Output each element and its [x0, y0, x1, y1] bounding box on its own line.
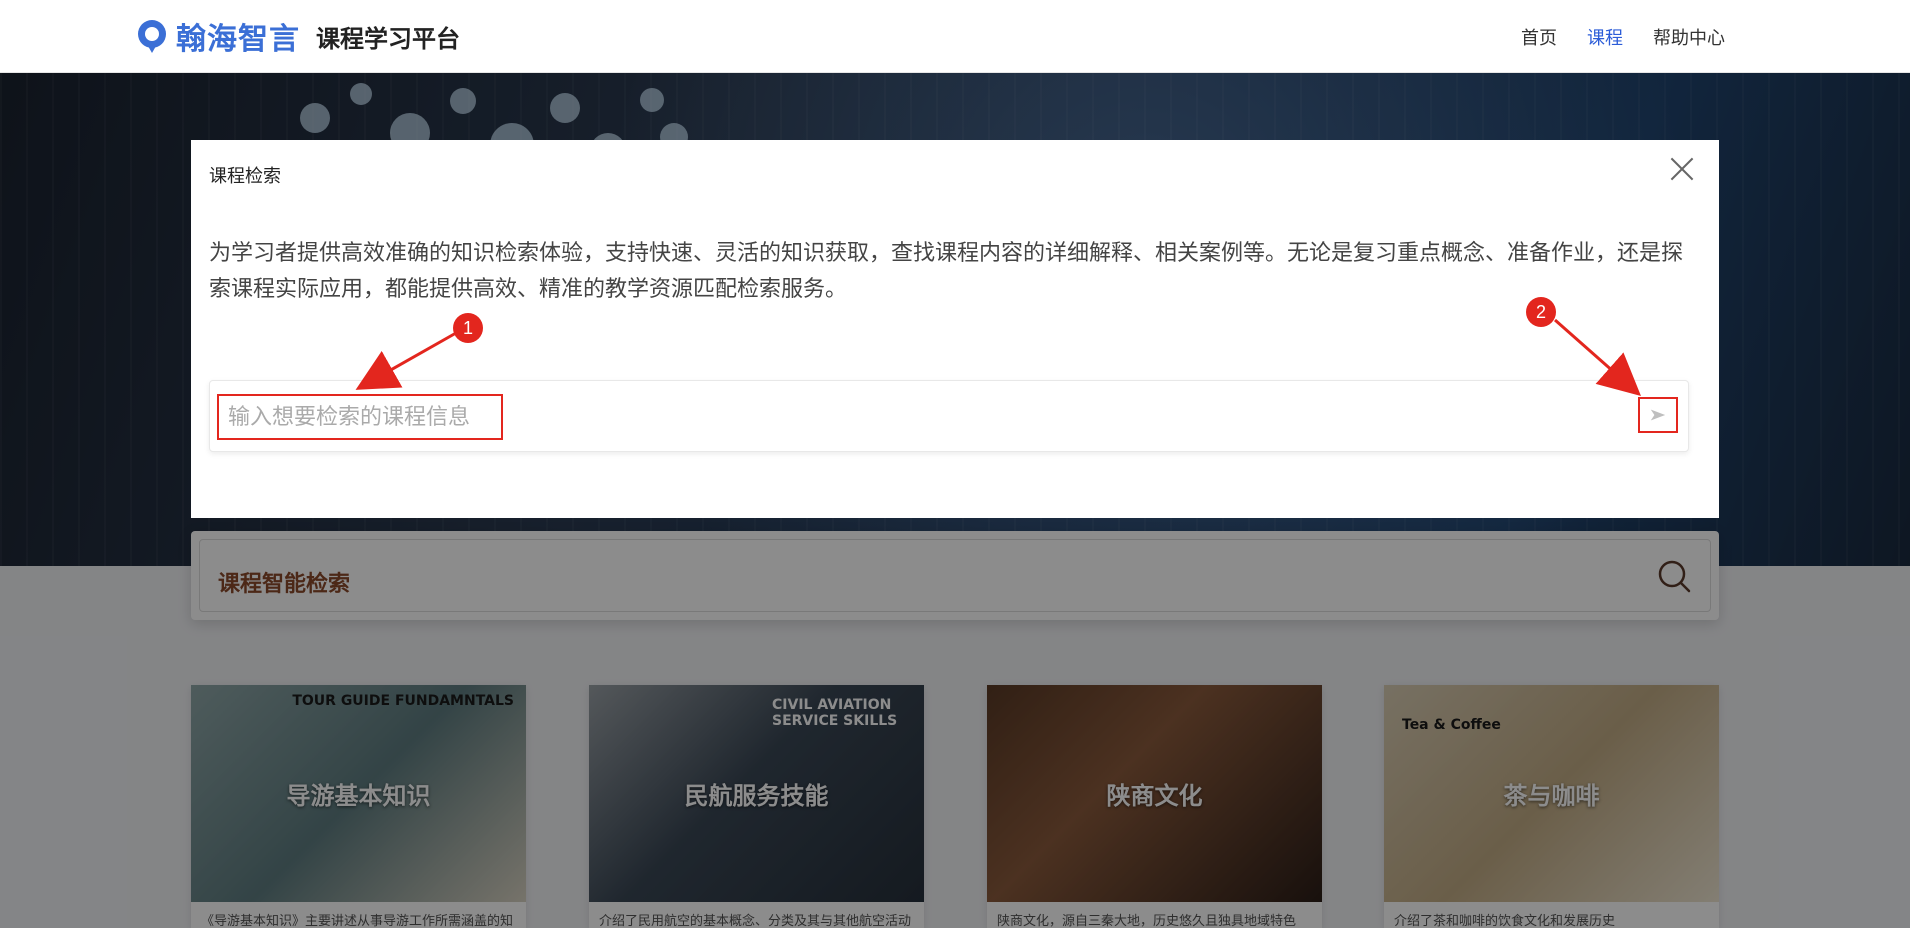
brand-logo-icon	[134, 18, 170, 54]
annotation-box-search-input	[217, 394, 503, 440]
brand[interactable]: 翰海智言 课程学习平台	[134, 16, 460, 57]
close-icon[interactable]	[1667, 154, 1697, 184]
nav-courses[interactable]: 课程	[1587, 24, 1623, 50]
top-navbar: 翰海智言 课程学习平台 首页 课程 帮助中心	[0, 0, 1910, 73]
annotation-badge-2: 2	[1526, 297, 1556, 327]
nav-help-center[interactable]: 帮助中心	[1653, 24, 1725, 50]
nav-home[interactable]: 首页	[1521, 24, 1557, 50]
main-nav: 首页 课程 帮助中心	[1521, 24, 1725, 50]
annotation-box-send-button	[1638, 397, 1678, 433]
platform-name: 课程学习平台	[316, 24, 460, 53]
course-search-modal: 课程检索 为学习者提供高效准确的知识检索体验，支持快速、灵活的知识获取，查找课程…	[191, 140, 1719, 518]
modal-title: 课程检索	[209, 166, 281, 187]
brand-name: 翰海智言	[176, 22, 300, 57]
modal-description: 为学习者提供高效准确的知识检索体验，支持快速、灵活的知识获取，查找课程内容的详细…	[209, 241, 1684, 302]
annotation-badge-1: 1	[453, 313, 483, 343]
